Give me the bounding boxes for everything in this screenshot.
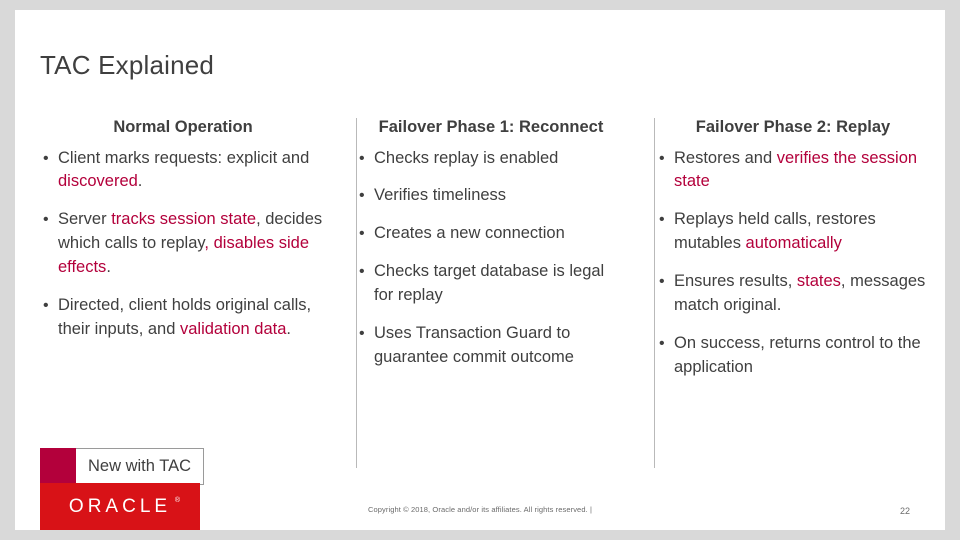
bullet-item: Checks replay is enabled [356, 147, 626, 171]
page-number: 22 [899, 506, 910, 516]
bullet-item: Checks target database is legal for repl… [356, 260, 626, 308]
bullet-item: On success, returns control to the appli… [656, 332, 930, 380]
bullet-text: Verifies timeliness [374, 186, 507, 205]
bullet-text: Ensures results, [674, 272, 797, 291]
page-title: TAC Explained [40, 50, 215, 80]
legend-color-swatch [40, 448, 77, 485]
bullet-text: Client marks requests: explicit and [58, 148, 310, 167]
bullet-list: Client marks requests: explicit and disc… [40, 147, 326, 342]
bullet-text: Restores and [674, 148, 777, 167]
highlighted-text: discovered [58, 172, 138, 191]
copyright-notice: Copyright © 2018, Oracle and/or its affi… [367, 505, 593, 514]
bullet-item: Ensures results, states, messages match … [656, 270, 930, 318]
bullet-text: . [137, 172, 143, 191]
legend-label: New with TAC [76, 448, 204, 485]
bullet-item: Directed, client holds original calls, t… [40, 294, 326, 342]
column-normal-operation: Normal Operation Client marks requests: … [40, 115, 340, 394]
bullet-text: Checks replay is enabled [374, 148, 559, 167]
bullet-text: Server [58, 210, 112, 229]
column-heading: Failover Phase 2: Replay [695, 118, 891, 136]
bullet-item: Uses Transaction Guard to guarantee comm… [356, 322, 626, 370]
bullet-item: Verifies timeliness [356, 184, 626, 208]
column-heading: Failover Phase 1: Reconnect [378, 118, 604, 136]
bullet-item: Server tracks session state, decides whi… [40, 208, 326, 280]
highlighted-text: automatically [745, 234, 842, 253]
highlighted-text: tracks session state [111, 210, 257, 229]
bullet-item: Restores and verifies the session state [656, 147, 930, 195]
slide: TAC Explained Normal Operation Client ma… [15, 10, 945, 530]
highlighted-text: validation data [180, 320, 287, 339]
column-failover-phase-1: Failover Phase 1: Reconnect Checks repla… [340, 115, 640, 394]
bullet-list: Checks replay is enabled Verifies timelin… [356, 147, 626, 370]
legend: New with TAC [40, 448, 204, 485]
bullet-list: Restores and verifies the session stateR… [656, 147, 930, 380]
bullet-text: Uses Transaction Guard to guarantee comm… [374, 324, 574, 367]
bullet-text: . [286, 320, 292, 339]
content-columns: Normal Operation Client marks requests: … [40, 115, 930, 468]
column-heading: Normal Operation [113, 118, 253, 136]
bullet-item: Client marks requests: explicit and disc… [40, 147, 326, 195]
highlighted-text: states [796, 272, 841, 291]
bullet-item: Replays held calls, restores mutables au… [656, 208, 930, 256]
bullet-text: . [106, 258, 111, 277]
bullet-text: Checks target database is legal for repl… [374, 262, 605, 305]
bullet-text: Creates a new connection [374, 224, 565, 243]
bullet-text: On success, returns control to the appli… [674, 334, 921, 377]
trademark-icon: ® [174, 496, 181, 504]
bullet-item: Creates a new connection [356, 222, 626, 246]
column-failover-phase-2: Failover Phase 2: Replay Restores and ve… [640, 115, 930, 394]
